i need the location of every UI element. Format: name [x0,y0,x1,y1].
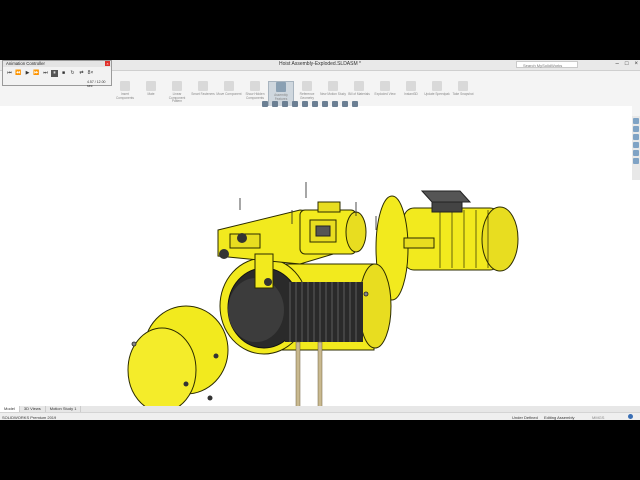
animation-controller[interactable]: Animation Controller × ⏮ ⏪ ▶ ⏩ ⏭ ⏸ ■ ↻ ⇄… [2,60,112,88]
start-icon[interactable]: ⏮ [6,70,13,77]
graphics-area[interactable] [0,106,632,406]
animation-controller-title: Animation Controller [3,61,111,67]
fastener-icon [198,81,208,91]
move-icon [224,81,234,91]
zoom-to-fit-icon[interactable] [262,101,268,107]
instant3d-icon [406,81,416,91]
speedpak-icon [432,81,442,91]
section-view-icon[interactable] [292,101,298,107]
animation-time: 4.57 / 12.00 sec [87,80,106,88]
tool-label: Reference Geometry [299,92,315,100]
status-units[interactable]: MMGS [592,415,604,420]
display-style-icon[interactable] [312,101,318,107]
status-app-name: SOLIDWORKS Premium 2019 [2,415,57,420]
maximize-icon[interactable]: □ [625,61,629,67]
hoist-ropes [295,341,323,406]
heads-up-view-toolbar [262,101,358,107]
pattern-icon [172,81,182,91]
close-icon[interactable]: × [634,61,638,67]
tool-label: Update Speedpak [424,92,450,96]
tool-label: Show Hidden Components [245,92,265,100]
reciprocate-icon[interactable]: ⇄ [78,70,85,77]
bom-icon [354,81,364,91]
tool-label: Linear Component Pattern [168,92,186,104]
tool-label: Bill of Materials [348,92,370,96]
view-orientation-icon[interactable] [302,101,308,107]
insert-components-icon [120,81,130,91]
rope-drum[interactable] [285,282,363,342]
tool-label: Insert Components [115,92,135,100]
tool-label: Move Component [216,92,242,96]
view-settings-icon[interactable] [352,101,358,107]
hide-show-icon[interactable] [322,101,328,107]
status-bar: SOLIDWORKS Premium 2019 Under Defined Ed… [0,412,640,420]
tool-label: Take Snapshot [452,92,474,96]
electric-motor[interactable] [403,190,519,272]
hoist-assembly-model[interactable] [0,106,632,406]
appearance-icon[interactable] [332,101,338,107]
assembly-features-icon [276,82,286,92]
status-mode: Editing Assembly [544,415,575,420]
tool-label: New Motion Study [320,92,346,96]
tool-label: Mate [147,92,155,96]
tool-label: Exploded View [374,92,396,96]
design-library-icon[interactable] [633,126,639,132]
zoom-area-icon[interactable] [272,101,278,107]
pause-icon[interactable]: ⏸ [51,70,58,77]
window-controls: – □ × [616,61,638,67]
end-icon[interactable]: ⏭ [42,70,49,77]
appearances-icon[interactable] [633,150,639,156]
task-pane-tabs [632,116,640,180]
play-icon[interactable]: ▶ [24,70,31,77]
playback-controls: ⏮ ⏪ ▶ ⏩ ⏭ ⏸ ■ ↻ ⇄ 8× [6,70,94,77]
resources-icon[interactable] [633,118,639,124]
mate-icon [146,81,156,91]
stop-icon[interactable]: ■ [60,70,67,77]
snapshot-icon [458,81,468,91]
previous-view-icon[interactable] [282,101,288,107]
tool-label: Smart Fasteners [191,92,215,96]
search-input[interactable]: Search MySolidWorks [516,61,578,68]
help-icon[interactable] [628,414,633,419]
motion-study-icon [328,81,338,91]
exploded-view-icon [380,81,390,91]
speed-icon[interactable]: 8× [87,70,94,77]
show-hidden-icon [250,81,260,91]
status-definition: Under Defined [512,415,538,420]
custom-properties-icon[interactable] [633,158,639,164]
view-palette-icon[interactable] [633,142,639,148]
end-cover[interactable] [127,305,229,406]
solidworks-window: Hoist Assembly-Exploded.SLDASM * Search … [0,60,640,420]
rewind-icon[interactable]: ⏪ [15,70,22,77]
minimize-icon[interactable]: – [616,61,619,67]
loop-icon[interactable]: ↻ [69,70,76,77]
scene-icon[interactable] [342,101,348,107]
reference-geometry-icon [302,81,312,91]
fast-forward-icon[interactable]: ⏩ [33,70,40,77]
file-explorer-icon[interactable] [633,134,639,140]
tool-label: Instant3D [404,92,418,96]
close-icon[interactable]: × [105,61,110,66]
